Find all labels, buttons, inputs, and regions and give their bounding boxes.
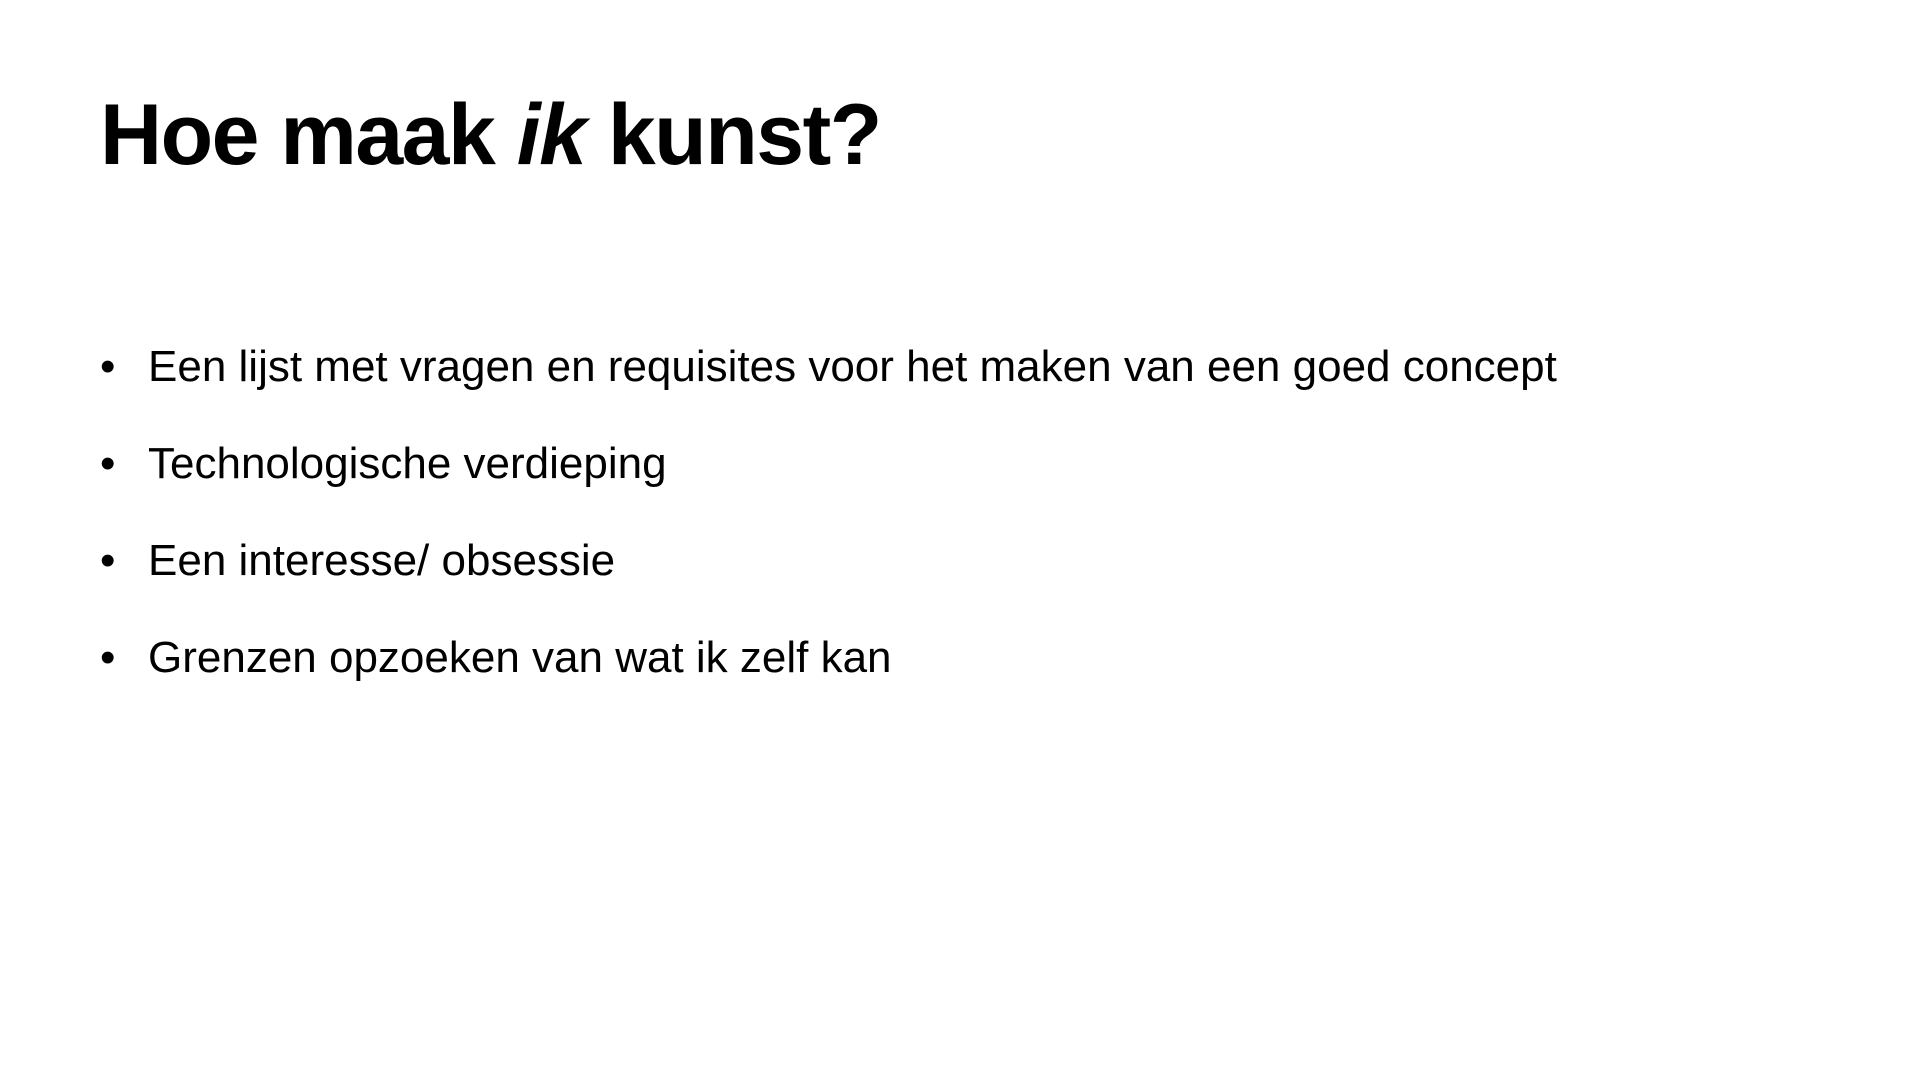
bullet-item: • Grenzen opzoeken van wat ik zelf kan: [100, 631, 1557, 685]
bullet-text: Technologische verdieping: [148, 439, 667, 488]
slide-title: Hoe maak ik kunst?: [100, 87, 882, 183]
slide-title-part1: Hoe maak: [100, 87, 517, 183]
bullet-dot-icon: •: [100, 342, 116, 391]
bullet-dot-icon: •: [100, 633, 116, 682]
bullet-item: • Technologische verdieping: [100, 437, 1557, 491]
bullet-item: • Een interesse/ obsessie: [100, 534, 1557, 588]
slide-title-part2: kunst?: [585, 87, 882, 183]
bullet-dot-icon: •: [100, 439, 116, 488]
slide: Hoe maak ik kunst? • Een lijst met vrage…: [0, 0, 1920, 1080]
bullet-list: • Een lijst met vragen en requisites voo…: [100, 340, 1557, 728]
bullet-text: Een lijst met vragen en requisites voor …: [148, 342, 1557, 391]
slide-title-emphasis: ik: [516, 87, 587, 183]
bullet-text: Grenzen opzoeken van wat ik zelf kan: [148, 633, 892, 682]
bullet-item: • Een lijst met vragen en requisites voo…: [100, 340, 1557, 394]
bullet-text: Een interesse/ obsessie: [148, 536, 616, 585]
bullet-dot-icon: •: [100, 536, 116, 585]
